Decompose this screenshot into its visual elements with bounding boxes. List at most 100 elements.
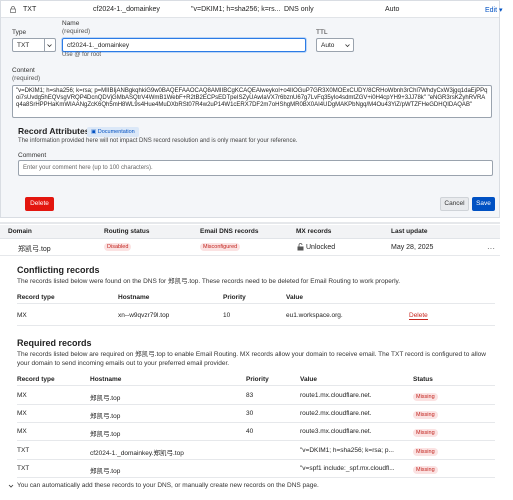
name-required-label: (required)	[62, 28, 91, 35]
record-type-cell: MX	[17, 392, 27, 399]
dns-record-row[interactable]: TXT cf2024-1._domainkey "v=DKIM1; h=sha2…	[1, 1, 503, 18]
record-attributes-description: The information provided here will not i…	[18, 138, 298, 144]
col-hostname: Hostname	[90, 376, 122, 383]
value-cell: route2.mx.cloudflare.net.	[300, 410, 372, 417]
edit-link[interactable]: Edit ▾	[485, 6, 503, 14]
content-required-label: (required)	[12, 75, 41, 82]
comment-input[interactable]: Enter your comment here (up to 100 chara…	[18, 160, 493, 176]
conflicting-records-description: The records listed below were found on t…	[17, 278, 401, 285]
cancel-button[interactable]: Cancel	[440, 197, 469, 211]
priority-cell: 83	[246, 392, 254, 399]
priority-cell: 30	[246, 410, 254, 417]
record-content-cell: "v=DKIM1; h=sha256; k=rs...	[191, 6, 281, 13]
name-input[interactable]: cf2024-1._domainkey	[62, 38, 306, 52]
divider	[17, 404, 495, 405]
header-domain: Domain	[8, 228, 32, 235]
col-value: Value	[286, 294, 303, 301]
col-record-type: Record type	[17, 376, 55, 383]
col-value: Value	[300, 376, 317, 383]
divider	[17, 385, 495, 386]
status-badge: Missing	[413, 466, 438, 474]
record-type-cell: TXT	[17, 465, 30, 472]
value-cell: eu1.workspace.org.	[286, 312, 343, 319]
status-badge: Missing	[413, 429, 438, 437]
status-badge: Missing	[413, 411, 438, 419]
record-type-cell: MX	[17, 410, 27, 417]
hostname-cell: 郑凯弓.top	[90, 395, 121, 402]
hostname-cell: cf2024-1._domainkey.郑凯弓.top	[90, 450, 184, 457]
record-ttl-cell: Auto	[385, 6, 400, 13]
status-badge: Missing	[413, 448, 438, 456]
lock-icon	[10, 6, 16, 13]
hostname-cell: 郑凯弓.top	[90, 468, 121, 475]
header-last-update: Last update	[391, 228, 428, 235]
divider	[17, 440, 495, 441]
documentation-link[interactable]: ▣ Documentation	[87, 127, 139, 137]
email-dns-status-badge: Misconfigured	[200, 243, 241, 251]
comment-label: Comment	[18, 152, 47, 159]
content-textarea[interactable]: "v=DKIM1; h=sha256; k=rsa; p=MIIBIjANBgk…	[12, 85, 492, 118]
divider	[17, 459, 495, 460]
more-options-icon[interactable]: ···	[487, 244, 495, 253]
divider	[17, 422, 495, 423]
record-type-cell: MX	[17, 312, 27, 319]
value-cell: route3.mx.cloudflare.net.	[300, 428, 372, 435]
hostname-cell: 郑凯弓.top	[90, 431, 121, 438]
footer-note: You can automatically add these records …	[17, 482, 319, 489]
value-cell: "v=DKIM1; h=sha256; k=rsa; p...	[300, 447, 394, 454]
divider	[0, 222, 500, 224]
domain-table-header: Domain Routing status Email DNS records …	[0, 225, 500, 239]
domain-row[interactable]: 郑凯弓.top Disabled Misconfigured Unlocked …	[0, 239, 500, 488]
value-cell: "v=spf1 include:_spf.mx.cloudfl...	[300, 465, 395, 472]
ttl-select-value: Auto	[321, 42, 335, 49]
hostname-cell: 郑凯弓.top	[90, 413, 121, 420]
delete-record-link[interactable]: Delete	[409, 312, 428, 320]
record-type-cell: MX	[17, 428, 27, 435]
ttl-select[interactable]: Auto	[316, 38, 354, 52]
priority-cell: 40	[246, 428, 254, 435]
name-hint: Use @ for root	[62, 52, 102, 58]
col-priority: Priority	[223, 294, 246, 301]
col-priority: Priority	[246, 376, 269, 383]
conflicting-records-title: Conflicting records	[17, 265, 100, 275]
content-label: Content	[12, 67, 35, 74]
last-update-date: May 28, 2025	[391, 244, 434, 251]
record-name-cell: cf2024-1._domainkey	[93, 6, 160, 13]
header-email-dns: Email DNS records	[200, 228, 259, 235]
divider	[17, 325, 495, 326]
routing-status-badge: Disabled	[104, 243, 132, 251]
unlock-icon	[297, 243, 304, 251]
header-routing-status: Routing status	[104, 228, 150, 235]
hostname-cell: xn--w9qvzr79l.top	[118, 312, 170, 319]
dns-record-edit-card: TXT cf2024-1._domainkey "v=DKIM1; h=sha2…	[0, 0, 503, 218]
doc-icon: ▣	[91, 129, 98, 135]
header-mx-records: MX records	[296, 228, 332, 235]
status-badge: Missing	[413, 393, 438, 401]
col-status: Status	[413, 376, 433, 383]
ttl-label: TTL	[316, 29, 328, 36]
documentation-label: Documentation	[97, 129, 135, 135]
type-label: Type	[12, 29, 27, 36]
chevron-down-icon[interactable]	[8, 483, 14, 489]
priority-cell: 10	[223, 312, 231, 319]
name-label: Name	[62, 20, 80, 27]
save-button[interactable]: Save	[472, 197, 495, 211]
value-cell: route1.mx.cloudflare.net.	[300, 392, 372, 399]
col-hostname: Hostname	[118, 294, 150, 301]
delete-button[interactable]: Delete	[25, 197, 54, 211]
type-select[interactable]: TXT	[12, 38, 56, 52]
record-type-cell: TXT	[17, 447, 30, 454]
domain-name: 郑凯弓.top	[18, 246, 51, 253]
chevron-down-icon	[47, 44, 52, 48]
divider	[17, 477, 495, 478]
mx-status: Unlocked	[306, 244, 336, 251]
record-proxy-cell: DNS only	[284, 6, 314, 13]
required-records-description: The records listed below are required on…	[17, 351, 486, 367]
col-record-type: Record type	[17, 294, 55, 301]
record-type-cell: TXT	[23, 6, 37, 13]
record-attributes-title: Record Attributes	[18, 126, 90, 136]
chevron-down-icon	[345, 44, 350, 48]
divider	[17, 303, 495, 304]
type-select-value: TXT	[17, 42, 30, 49]
required-records-title: Required records	[17, 338, 92, 348]
